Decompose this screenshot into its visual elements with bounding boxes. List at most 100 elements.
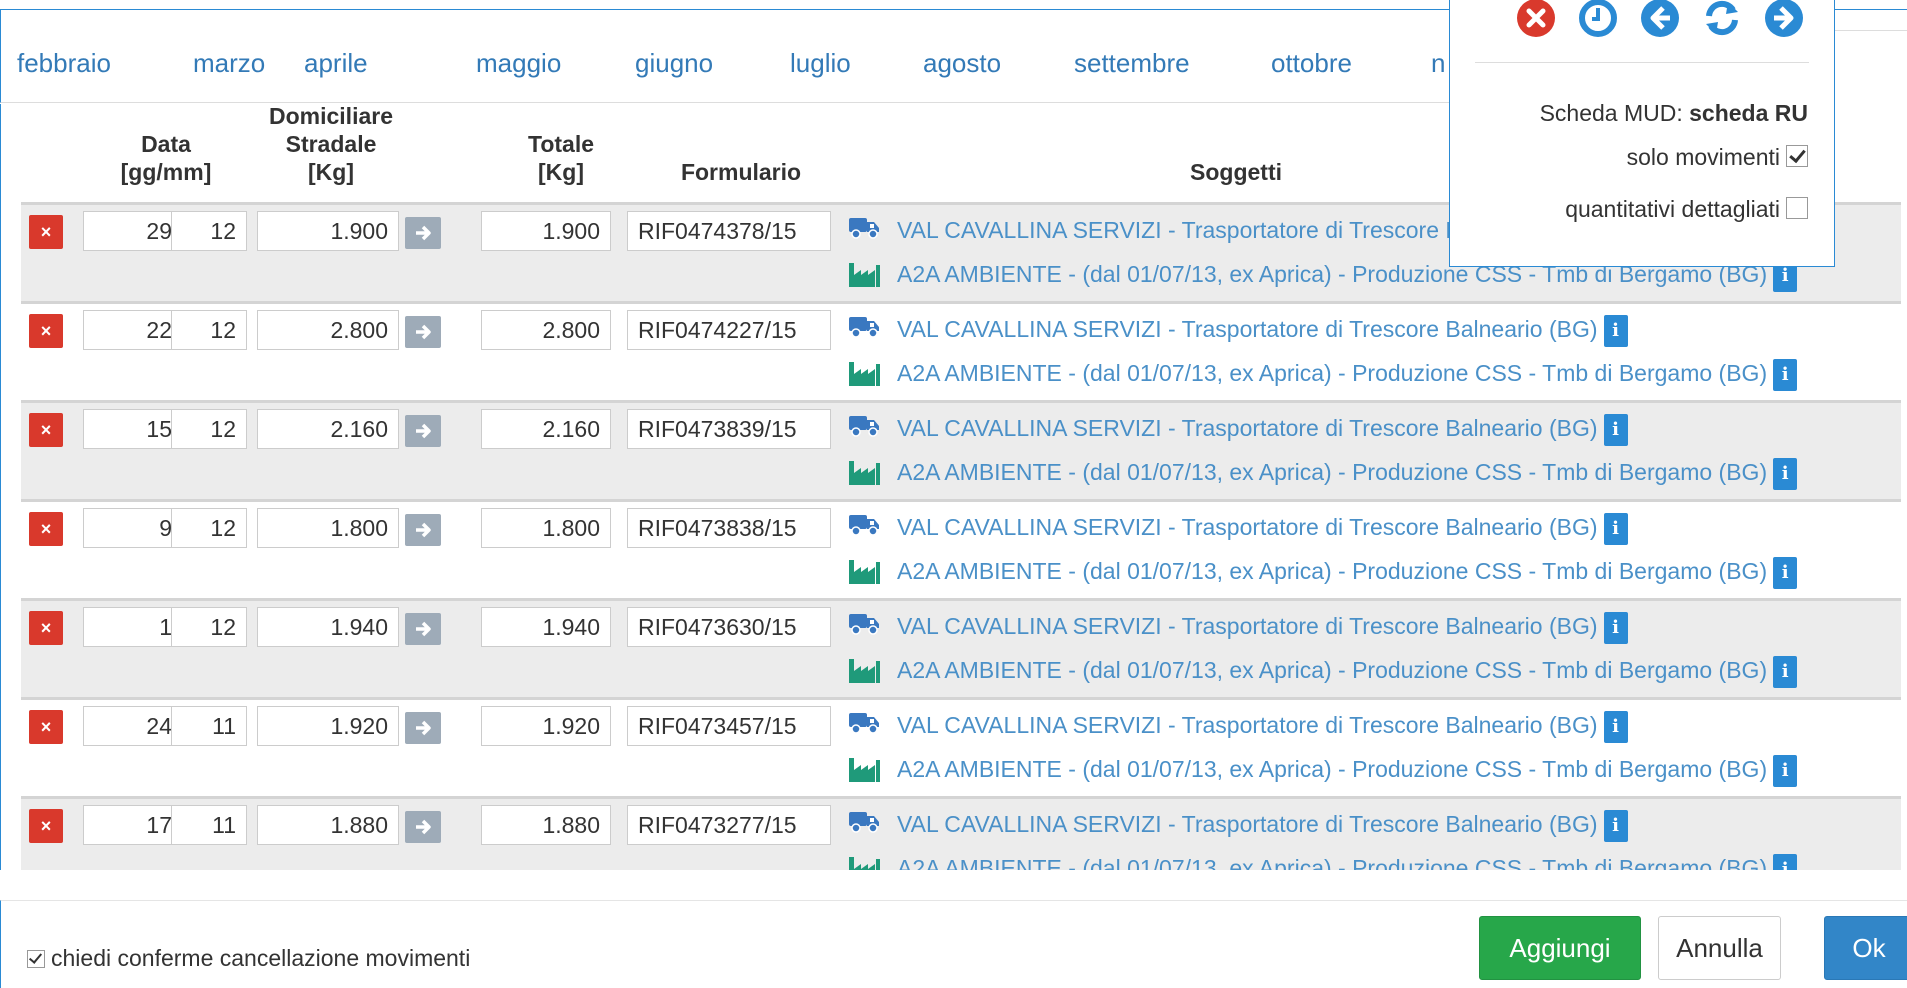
delete-row-button[interactable]: × (29, 611, 63, 645)
day-input[interactable]: 22 (83, 310, 183, 350)
day-input[interactable]: 15 (83, 409, 183, 449)
refresh-icon[interactable] (1702, 0, 1742, 38)
totale-input[interactable]: 1.920 (481, 706, 611, 746)
transporter-link[interactable]: VAL CAVALLINA SERVIZI - Trasportatore di… (897, 513, 1628, 545)
transporter-info-button[interactable]: i (1603, 414, 1628, 446)
row-separator (21, 697, 1901, 700)
producer-link[interactable]: A2A AMBIENTE - (dal 01/07/13, ex Aprica)… (897, 755, 1798, 787)
totale-input[interactable]: 1.940 (481, 607, 611, 647)
scheda-mud-value[interactable]: scheda RU (1689, 100, 1808, 126)
producer-info-button[interactable]: i (1773, 854, 1798, 870)
tab-settembre[interactable]: settembre (1074, 48, 1190, 79)
producer-link[interactable]: A2A AMBIENTE - (dal 01/07/13, ex Aprica)… (897, 458, 1798, 490)
quantitativi-checkbox[interactable] (1786, 197, 1808, 219)
day-input[interactable]: 24 (83, 706, 183, 746)
producer-link[interactable]: A2A AMBIENTE - (dal 01/07/13, ex Aprica)… (897, 557, 1798, 589)
header-soggetti: Soggetti (1190, 159, 1282, 185)
copy-to-total-button[interactable] (405, 415, 441, 447)
tab-novembre[interactable]: n (1431, 48, 1445, 79)
month-input[interactable]: 11 (171, 805, 247, 845)
copy-to-total-button[interactable] (405, 217, 441, 249)
tab-agosto[interactable]: agosto (923, 48, 1001, 79)
tab-aprile[interactable]: aprile (304, 48, 368, 79)
month-input[interactable]: 12 (171, 409, 247, 449)
copy-to-total-button[interactable] (405, 712, 441, 744)
totale-input[interactable]: 1.880 (481, 805, 611, 845)
tab-luglio[interactable]: luglio (790, 48, 851, 79)
copy-to-total-button[interactable] (405, 316, 441, 348)
producer-link[interactable]: A2A AMBIENTE - (dal 01/07/13, ex Aprica)… (897, 854, 1798, 870)
tab-marzo[interactable]: marzo (193, 48, 265, 79)
transporter-link[interactable]: VAL CAVALLINA SERVIZI - Trasportatore di… (897, 414, 1628, 446)
transporter-info-button[interactable]: i (1603, 711, 1628, 743)
add-button[interactable]: Aggiungi (1479, 916, 1641, 980)
transporter-link[interactable]: VAL CAVALLINA SERVIZI - Trasportatore di… (897, 810, 1628, 842)
delete-row-button[interactable]: × (29, 809, 63, 843)
formulario-input[interactable]: RIF0474227/15 (627, 310, 831, 350)
header-data-line1: Data (141, 131, 191, 157)
domiciliare-input[interactable]: 2.160 (257, 409, 399, 449)
formulario-input[interactable]: RIF0473838/15 (627, 508, 831, 548)
month-input[interactable]: 12 (171, 607, 247, 647)
factory-icon (847, 855, 881, 870)
domiciliare-input[interactable]: 1.920 (257, 706, 399, 746)
producer-info-button[interactable]: i (1773, 755, 1798, 787)
arrow-right-circle-icon[interactable] (1764, 0, 1804, 38)
tab-giugno[interactable]: giugno (635, 48, 713, 79)
producer-link[interactable]: A2A AMBIENTE - (dal 01/07/13, ex Aprica)… (897, 359, 1798, 391)
transporter-link[interactable]: VAL CAVALLINA SERVIZI - Trasportatore di… (897, 612, 1628, 644)
producer-info-button[interactable]: i (1773, 656, 1798, 688)
day-input[interactable]: 1 (83, 607, 183, 647)
transporter-info-button[interactable]: i (1603, 315, 1628, 347)
formulario-input[interactable]: RIF0473839/15 (627, 409, 831, 449)
copy-to-total-button[interactable] (405, 613, 441, 645)
formulario-input[interactable]: RIF0473630/15 (627, 607, 831, 647)
clock-icon[interactable] (1578, 0, 1618, 38)
month-input[interactable]: 12 (171, 310, 247, 350)
transporter-link[interactable]: VAL CAVALLINA SERVIZI - Trasportatore di… (897, 711, 1628, 743)
formulario-input[interactable]: RIF0473277/15 (627, 805, 831, 845)
delete-row-button[interactable]: × (29, 215, 63, 249)
copy-to-total-button[interactable] (405, 514, 441, 546)
close-circle-icon[interactable] (1516, 0, 1556, 38)
formulario-input[interactable]: RIF0474378/15 (627, 211, 831, 251)
transporter-info-button[interactable]: i (1603, 513, 1628, 545)
transporter-info-button[interactable]: i (1603, 612, 1628, 644)
domiciliare-input[interactable]: 1.800 (257, 508, 399, 548)
month-input[interactable]: 12 (171, 211, 247, 251)
totale-input[interactable]: 1.900 (481, 211, 611, 251)
tab-febbraio[interactable]: febbraio (17, 48, 111, 79)
confirm-delete-checkbox[interactable] (27, 950, 45, 968)
month-input[interactable]: 12 (171, 508, 247, 548)
domiciliare-input[interactable]: 1.880 (257, 805, 399, 845)
day-input[interactable]: 9 (83, 508, 183, 548)
totale-input[interactable]: 2.160 (481, 409, 611, 449)
arrow-left-circle-icon[interactable] (1640, 0, 1680, 38)
header-domiciliare-line3: [Kg] (308, 159, 354, 185)
solo-movimenti-checkbox[interactable] (1786, 145, 1808, 167)
ok-button[interactable]: Ok (1824, 916, 1907, 980)
delete-row-button[interactable]: × (29, 314, 63, 348)
delete-row-button[interactable]: × (29, 512, 63, 546)
producer-info-button[interactable]: i (1773, 557, 1798, 589)
transporter-info-button[interactable]: i (1603, 810, 1628, 842)
day-input[interactable]: 17 (83, 805, 183, 845)
month-input[interactable]: 11 (171, 706, 247, 746)
totale-input[interactable]: 2.800 (481, 310, 611, 350)
domiciliare-input[interactable]: 2.800 (257, 310, 399, 350)
domiciliare-input[interactable]: 1.900 (257, 211, 399, 251)
formulario-input[interactable]: RIF0473457/15 (627, 706, 831, 746)
tab-maggio[interactable]: maggio (476, 48, 561, 79)
transporter-link[interactable]: VAL CAVALLINA SERVIZI - Trasportatore di… (897, 315, 1628, 347)
cancel-button[interactable]: Annulla (1658, 916, 1781, 980)
day-input[interactable]: 29 (83, 211, 183, 251)
delete-row-button[interactable]: × (29, 413, 63, 447)
producer-info-button[interactable]: i (1773, 458, 1798, 490)
copy-to-total-button[interactable] (405, 811, 441, 843)
domiciliare-input[interactable]: 1.940 (257, 607, 399, 647)
tab-ottobre[interactable]: ottobre (1271, 48, 1352, 79)
totale-input[interactable]: 1.800 (481, 508, 611, 548)
delete-row-button[interactable]: × (29, 710, 63, 744)
producer-info-button[interactable]: i (1773, 359, 1798, 391)
producer-link[interactable]: A2A AMBIENTE - (dal 01/07/13, ex Aprica)… (897, 656, 1798, 688)
